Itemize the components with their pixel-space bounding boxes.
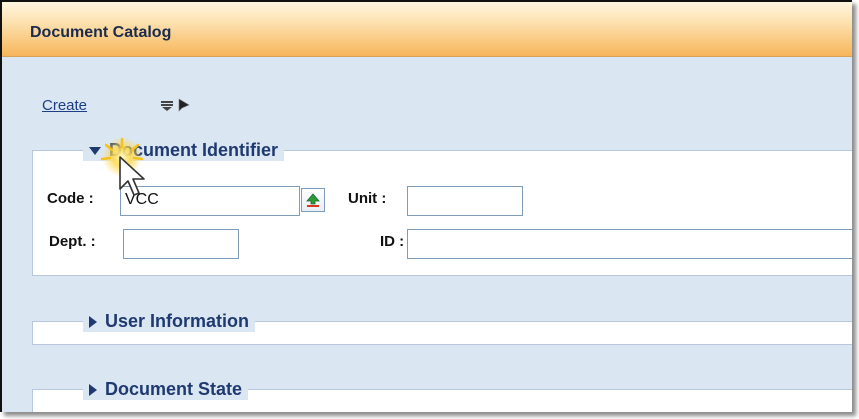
document-identifier-title: Document Identifier bbox=[109, 140, 279, 160]
unit-field[interactable] bbox=[407, 186, 523, 216]
user-information-title: User Information bbox=[105, 311, 250, 331]
unit-label: Unit : bbox=[348, 190, 387, 207]
lookup-up-arrow-icon bbox=[306, 193, 320, 207]
document-state-title: Document State bbox=[105, 379, 243, 399]
user-information-legend[interactable]: User Information bbox=[83, 311, 256, 332]
code-lookup-button[interactable] bbox=[301, 188, 325, 212]
catalog-content: Create Document Identifier Code: VCC Un… bbox=[2, 57, 852, 412]
document-identifier-section: Document Identifier Code : VCC Unit : De… bbox=[32, 140, 852, 276]
code-field[interactable]: VCC bbox=[120, 186, 300, 216]
title-bar: Document Catalog bbox=[2, 2, 852, 57]
id-field[interactable] bbox=[407, 229, 852, 259]
document-identifier-legend[interactable]: Document Identifier bbox=[83, 140, 285, 161]
expand-triangle-icon bbox=[89, 315, 97, 328]
dept-label: Dept. : bbox=[49, 233, 96, 250]
toolbar: Create bbox=[42, 95, 190, 115]
document-state-legend[interactable]: Document State bbox=[83, 379, 249, 400]
create-link[interactable]: Create bbox=[42, 97, 87, 114]
window-title: Document Catalog bbox=[30, 24, 172, 41]
dropdown-arrow-icon[interactable] bbox=[160, 99, 174, 117]
document-state-section: Document State bbox=[32, 379, 852, 412]
code-label: Code : bbox=[47, 190, 94, 207]
pointer-cursor-icon[interactable] bbox=[178, 98, 190, 117]
id-label: ID : bbox=[380, 233, 405, 250]
expand-triangle-icon bbox=[89, 383, 97, 396]
document-catalog-window: Document Catalog Create Document Identif… bbox=[0, 0, 852, 412]
toolbar-icons bbox=[160, 98, 190, 117]
user-information-section: User Information bbox=[32, 311, 852, 345]
dept-field[interactable] bbox=[123, 229, 239, 259]
collapse-triangle-icon bbox=[89, 146, 101, 155]
